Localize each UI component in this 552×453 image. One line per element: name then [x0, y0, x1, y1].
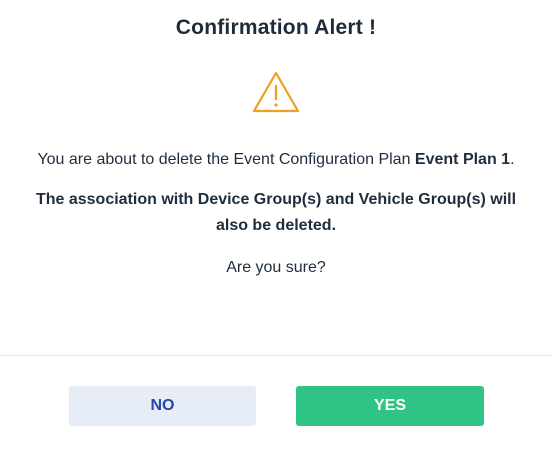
- delete-message: You are about to delete the Event Config…: [28, 147, 524, 173]
- association-warning: The association with Device Group(s) and…: [35, 191, 517, 234]
- yes-button[interactable]: YES: [296, 386, 484, 426]
- delete-message-prefix: You are about to delete the Event Config…: [37, 151, 415, 168]
- footer-divider: [0, 355, 552, 356]
- confirmation-dialog: Confirmation Alert ! You are about to de…: [0, 0, 552, 453]
- plan-name: Event Plan 1: [414, 151, 511, 168]
- confirm-question: Are you sure?: [226, 259, 326, 276]
- dialog-body: You are about to delete the Event Config…: [28, 147, 524, 281]
- no-button[interactable]: NO: [69, 386, 256, 426]
- delete-message-suffix: .: [510, 151, 515, 168]
- dialog-title: Confirmation Alert !: [175, 16, 377, 39]
- warning-triangle-icon: [252, 71, 300, 113]
